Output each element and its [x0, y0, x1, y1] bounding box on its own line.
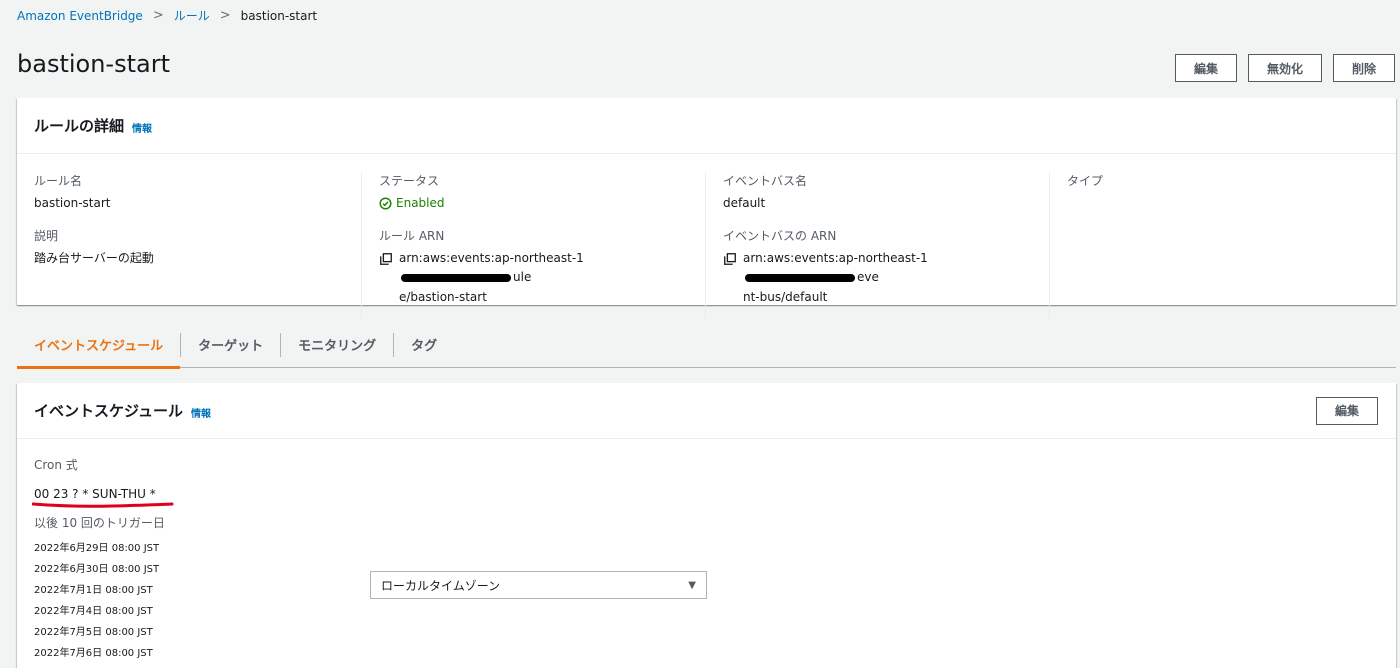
tab-targets[interactable]: ターゲット: [180, 332, 280, 357]
rule-arn-prefix: arn:aws:events:ap-northeast-1: [399, 251, 584, 266]
event-bus-name-label: イベントバス名: [723, 174, 808, 188]
breadcrumb-eventbridge[interactable]: Amazon EventBridge: [17, 9, 143, 23]
type-label: タイプ: [1067, 174, 1104, 188]
event-schedule-panel: イベントスケジュール 情報 編集 Cron 式 00 23 ? * SUN-TH…: [17, 383, 1396, 668]
list-item: 2022年7月4日 08:00 JST: [34, 606, 153, 617]
timezone-selected-value: ローカルタイムゾーン: [381, 578, 501, 593]
tab-tags[interactable]: タグ: [393, 332, 454, 357]
copy-icon[interactable]: [723, 252, 737, 266]
cron-expression: 00 23 ? * SUN-THU *: [32, 487, 174, 508]
rule-details-header: ルールの詳細 情報: [17, 98, 1396, 154]
list-item: 2022年6月29日 08:00 JST: [34, 543, 160, 554]
tab-bar: イベントスケジュール ターゲット モニタリング タグ: [17, 322, 1396, 369]
details-col-status: ステータス Enabled ルール ARN arn:aws:events:ap-…: [361, 172, 705, 321]
copy-icon[interactable]: [379, 252, 393, 266]
caret-down-icon: ▼: [688, 579, 696, 591]
rule-arn-value: arn:aws:events:ap-northeast-1 ule e/basti…: [379, 249, 688, 307]
redacted-mark: [745, 273, 855, 282]
chevron-right-icon: >: [219, 8, 231, 23]
tab-monitoring[interactable]: モニタリング: [280, 332, 393, 357]
breadcrumb-current: bastion-start: [240, 8, 318, 23]
cron-expression-text: 00 23 ? * SUN-THU *: [34, 487, 156, 501]
bus-arn-prefix: arn:aws:events:ap-northeast-1: [743, 251, 928, 266]
next-triggers-list: 2022年6月29日 08:00 JST 2022年6月30日 08:00 JS…: [34, 538, 1379, 664]
rule-arn-label: ルール ARN: [379, 229, 445, 244]
status-value: Enabled: [396, 196, 445, 210]
details-col-type: タイプ: [1049, 172, 1393, 321]
chevron-right-icon: >: [152, 8, 164, 23]
page-title: bastion-start: [17, 50, 170, 78]
rule-details-info-link[interactable]: 情報: [132, 120, 152, 135]
breadcrumb-rules[interactable]: ルール: [174, 7, 210, 24]
description-label: 説明: [34, 229, 59, 244]
next-triggers-label: 以後 10 回のトリガー日: [34, 516, 165, 530]
edit-button[interactable]: 編集: [1174, 54, 1237, 82]
timezone-select[interactable]: ローカルタイムゾーン ▼: [370, 571, 707, 599]
bus-arn-tail: eve: [857, 270, 879, 285]
event-schedule-info-link[interactable]: 情報: [191, 405, 211, 420]
details-col-bus: イベントバス名 default イベントバスの ARN arn:aws:even…: [705, 172, 1049, 321]
annotation-underline: [32, 502, 174, 508]
schedule-edit-button[interactable]: 編集: [1315, 396, 1378, 425]
header-actions: 編集 無効化 削除: [1174, 54, 1395, 82]
rule-arn-tail: ule: [513, 270, 532, 285]
disable-button[interactable]: 無効化: [1247, 54, 1322, 82]
list-item: 2022年7月5日 08:00 JST: [34, 627, 153, 638]
tab-event-schedule[interactable]: イベントスケジュール: [17, 333, 181, 369]
redacted-mark: [401, 273, 511, 282]
list-item: 2022年7月6日 08:00 JST: [34, 648, 153, 659]
rule-details-body: ルール名 bastion-start 説明 踏み台サーバーの起動 ステータス E…: [17, 154, 1396, 321]
event-schedule-header: イベントスケジュール 情報 編集: [17, 383, 1396, 439]
breadcrumb: Amazon EventBridge > ルール > bastion-start: [17, 7, 317, 24]
rule-arn-tail-2: e/bastion-start: [399, 289, 487, 304]
delete-button[interactable]: 削除: [1332, 54, 1395, 82]
event-bus-arn-value: arn:aws:events:ap-northeast-1 eve nt-bus/…: [723, 249, 1032, 307]
check-circle-icon: [379, 197, 392, 210]
rule-details-panel: ルールの詳細 情報 ルール名 bastion-start 説明 踏み台サーバーの…: [17, 98, 1396, 321]
details-col-name: ルール名 bastion-start 説明 踏み台サーバーの起動: [17, 172, 361, 321]
rule-name-label: ルール名: [34, 174, 83, 188]
bus-arn-tail-2: nt-bus/default: [743, 289, 828, 304]
event-bus-name-value: default: [723, 196, 766, 210]
status-label: ステータス: [379, 174, 440, 188]
description-value: 踏み台サーバーの起動: [34, 251, 154, 266]
event-schedule-title: イベントスケジュール: [34, 402, 183, 420]
status-badge: Enabled: [379, 194, 688, 213]
rule-details-title: ルールの詳細: [34, 117, 125, 135]
rule-name-value: bastion-start: [34, 196, 111, 210]
cron-label: Cron 式: [34, 458, 78, 472]
event-bus-arn-label: イベントバスの ARN: [723, 229, 837, 244]
event-schedule-body: Cron 式 00 23 ? * SUN-THU * 以後 10 回のトリガー日…: [17, 439, 1396, 668]
